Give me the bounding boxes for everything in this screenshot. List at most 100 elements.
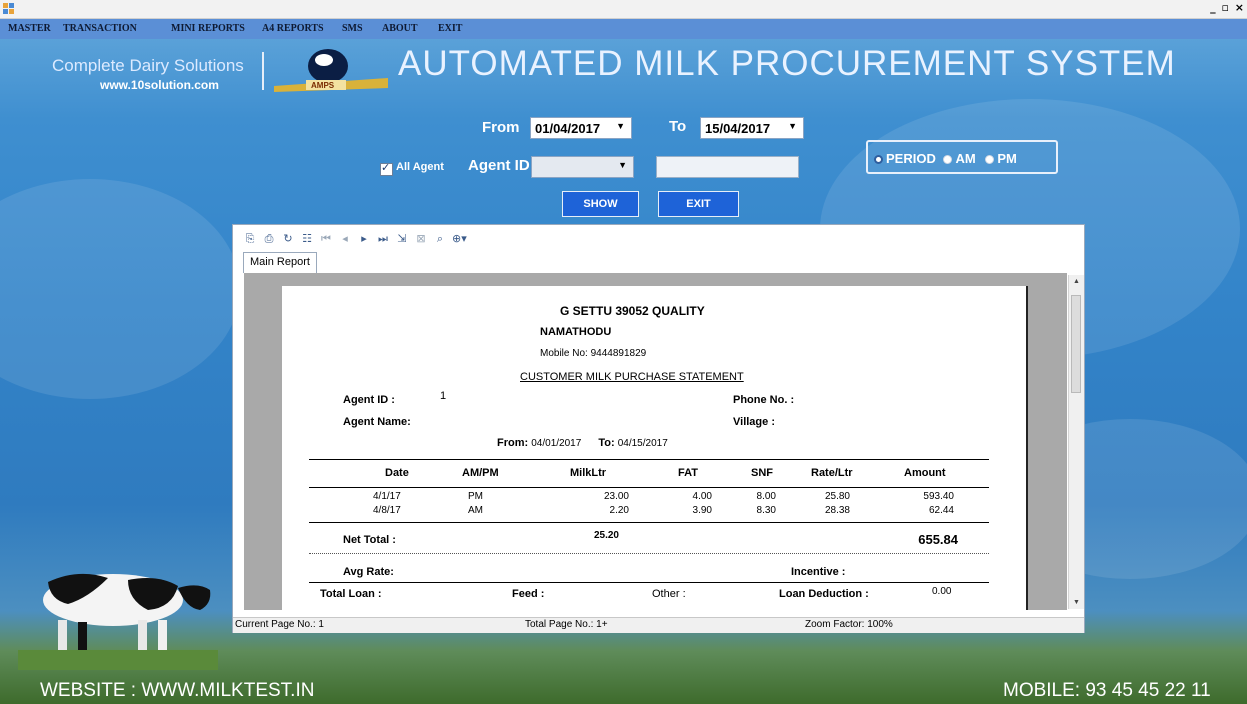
close-view-icon[interactable]: ⊠ [414, 232, 428, 246]
cell-ampm: PM [468, 491, 483, 502]
to-date-picker[interactable]: 15/04/2017 ▼ [700, 117, 804, 139]
window-controls[interactable]: _ ▫ × [1210, 1, 1245, 14]
column-header-amount: Amount [904, 467, 946, 479]
app-title: AUTOMATED MILK PROCUREMENT SYSTEM [398, 44, 1176, 83]
previous-page-icon[interactable]: ◂ [338, 232, 352, 246]
menu-item-exit[interactable]: EXIT [438, 23, 462, 34]
cell-milkltr: 2.20 [609, 505, 629, 516]
table-header-rule [309, 487, 989, 488]
from-date-value: 01/04/2017 [535, 121, 601, 136]
pm-label: PM [997, 151, 1017, 166]
zoom-icon[interactable]: ⊕▾ [452, 232, 467, 246]
vertical-scrollbar[interactable]: ▲ ▼ [1068, 275, 1084, 609]
menu-bar: MASTER TRANSACTION MINI REPORTS A4 REPOR… [0, 19, 1247, 39]
current-page-status: Current Page No.: 1 [235, 619, 324, 630]
cell-milkltr: 23.00 [603, 491, 629, 502]
menu-item-sms[interactable]: SMS [342, 23, 363, 34]
avg-rate-label: Avg Rate: [343, 566, 394, 578]
column-header-fat: FAT [678, 467, 698, 479]
cloud-decoration [0, 179, 240, 399]
summary-rule [309, 582, 989, 583]
period-radio[interactable] [874, 155, 883, 165]
cell-amount: 593.40 [923, 491, 954, 502]
last-page-icon[interactable]: ⏭ [376, 232, 390, 246]
total-loan-label: Total Loan : [320, 588, 382, 600]
cow-image [18, 573, 218, 670]
agent-id-select[interactable]: ▼ [531, 156, 634, 178]
total-page-status: Total Page No.: 1+ [525, 619, 608, 630]
to-date-value: 15/04/2017 [705, 121, 771, 136]
menu-item-mini-reports[interactable]: MINI REPORTS [171, 23, 245, 34]
cell-snf: 8.30 [756, 505, 776, 516]
agent-id-number: 1 [440, 390, 447, 402]
to-label: To [669, 118, 687, 135]
footer-mobile: MOBILE: 93 45 45 22 11 [1003, 680, 1211, 701]
tab-main-report[interactable]: Main Report [243, 252, 317, 273]
next-page-icon[interactable]: ▸ [357, 232, 371, 246]
cell-fat: 3.90 [692, 505, 712, 516]
dotted-rule [309, 553, 989, 554]
chevron-down-icon: ▼ [618, 160, 627, 170]
app-icon [3, 3, 14, 14]
refresh-icon[interactable]: ↻ [281, 232, 295, 246]
statement-title: CUSTOMER MILK PURCHASE STATEMENT [520, 371, 744, 383]
first-page-icon[interactable]: ⏮ [319, 232, 333, 246]
net-total-ltr: 25.20 [593, 530, 619, 541]
column-header-snf: SNF [751, 467, 773, 479]
print-icon[interactable]: ⎙ [262, 232, 276, 246]
export-icon[interactable]: ⎘ [243, 232, 257, 246]
logo-text: AMPS [311, 81, 335, 90]
am-radio[interactable] [943, 155, 953, 165]
show-button[interactable]: SHOW [562, 191, 639, 217]
to-date: 04/15/2017 [617, 438, 668, 449]
agent-name-field[interactable] [656, 156, 799, 178]
cell-rate: 28.38 [824, 505, 850, 516]
net-total-amount: 655.84 [918, 532, 958, 547]
period-options: PERIOD AM PM [874, 151, 1017, 166]
menu-item-a4-reports[interactable]: A4 REPORTS [262, 23, 324, 34]
brand-url: www.10solution.com [100, 78, 219, 92]
cell-fat: 4.00 [692, 491, 712, 502]
all-agent-checkbox[interactable] [380, 161, 393, 176]
zoom-status: Zoom Factor: 100% [805, 619, 893, 630]
incentive-label: Incentive : [791, 566, 846, 578]
mobile-label: Mobile No: [540, 348, 588, 359]
net-total-label: Net Total : [343, 534, 396, 546]
agent-id-label: Agent ID [468, 157, 530, 174]
from-date-picker[interactable]: 01/04/2017 ▼ [530, 117, 632, 139]
menu-item-master[interactable]: MASTER [8, 23, 51, 34]
report-viewer: ⎘ ⎙ ↻ ☷ ⏮ ◂ ▸ ⏭ ⇲ ⊠ ⌕ ⊕▾ Main Report G S… [232, 224, 1085, 633]
menu-item-about[interactable]: ABOUT [382, 23, 418, 34]
viewer-statusbar: Current Page No.: 1 Total Page No.: 1+ Z… [233, 617, 1084, 633]
period-label: PERIOD [886, 151, 936, 166]
amps-logo: AMPS [274, 49, 388, 92]
exit-button[interactable]: EXIT [658, 191, 739, 217]
table-bottom-rule [309, 522, 989, 523]
chevron-down-icon: ▼ [788, 121, 797, 131]
loan-deduction-value: 0.00 [932, 586, 952, 597]
goto-page-icon[interactable]: ⇲ [395, 232, 409, 246]
cell-rate: 25.80 [824, 491, 850, 502]
search-icon[interactable]: ⌕ [433, 232, 447, 246]
scroll-thumb[interactable] [1071, 295, 1081, 393]
menu-item-transaction[interactable]: TRANSACTION [63, 23, 137, 34]
agent-id-caption: Agent ID : [343, 394, 395, 406]
scroll-up-icon[interactable]: ▲ [1073, 278, 1080, 285]
phone-caption: Phone No. : [733, 394, 795, 406]
footer-website: WEBSITE : WWW.MILKTEST.IN [40, 680, 315, 701]
mobile-value: 9444891829 [590, 348, 647, 359]
all-agent-label: All Agent [396, 161, 444, 173]
report-page: G SETTU 39052 QUALITY NAMATHODU Mobile N… [282, 286, 1028, 610]
to-caption: To: [598, 437, 615, 449]
agent-name-caption: Agent Name: [343, 416, 411, 428]
viewer-toolbar: ⎘ ⎙ ↻ ☷ ⏮ ◂ ▸ ⏭ ⇲ ⊠ ⌕ ⊕▾ [243, 230, 467, 248]
pm-radio[interactable] [985, 155, 995, 165]
date-range: From: 04/01/2017 To: 04/15/2017 [497, 437, 668, 449]
loan-deduction-label: Loan Deduction : [779, 588, 869, 600]
scroll-down-icon[interactable]: ▼ [1073, 599, 1080, 606]
chevron-down-icon: ▼ [616, 121, 625, 131]
group-tree-icon[interactable]: ☷ [300, 232, 314, 246]
column-header-date: Date [385, 467, 409, 479]
column-header-rate: Rate/Ltr [811, 467, 853, 479]
from-date: 04/01/2017 [531, 438, 582, 449]
